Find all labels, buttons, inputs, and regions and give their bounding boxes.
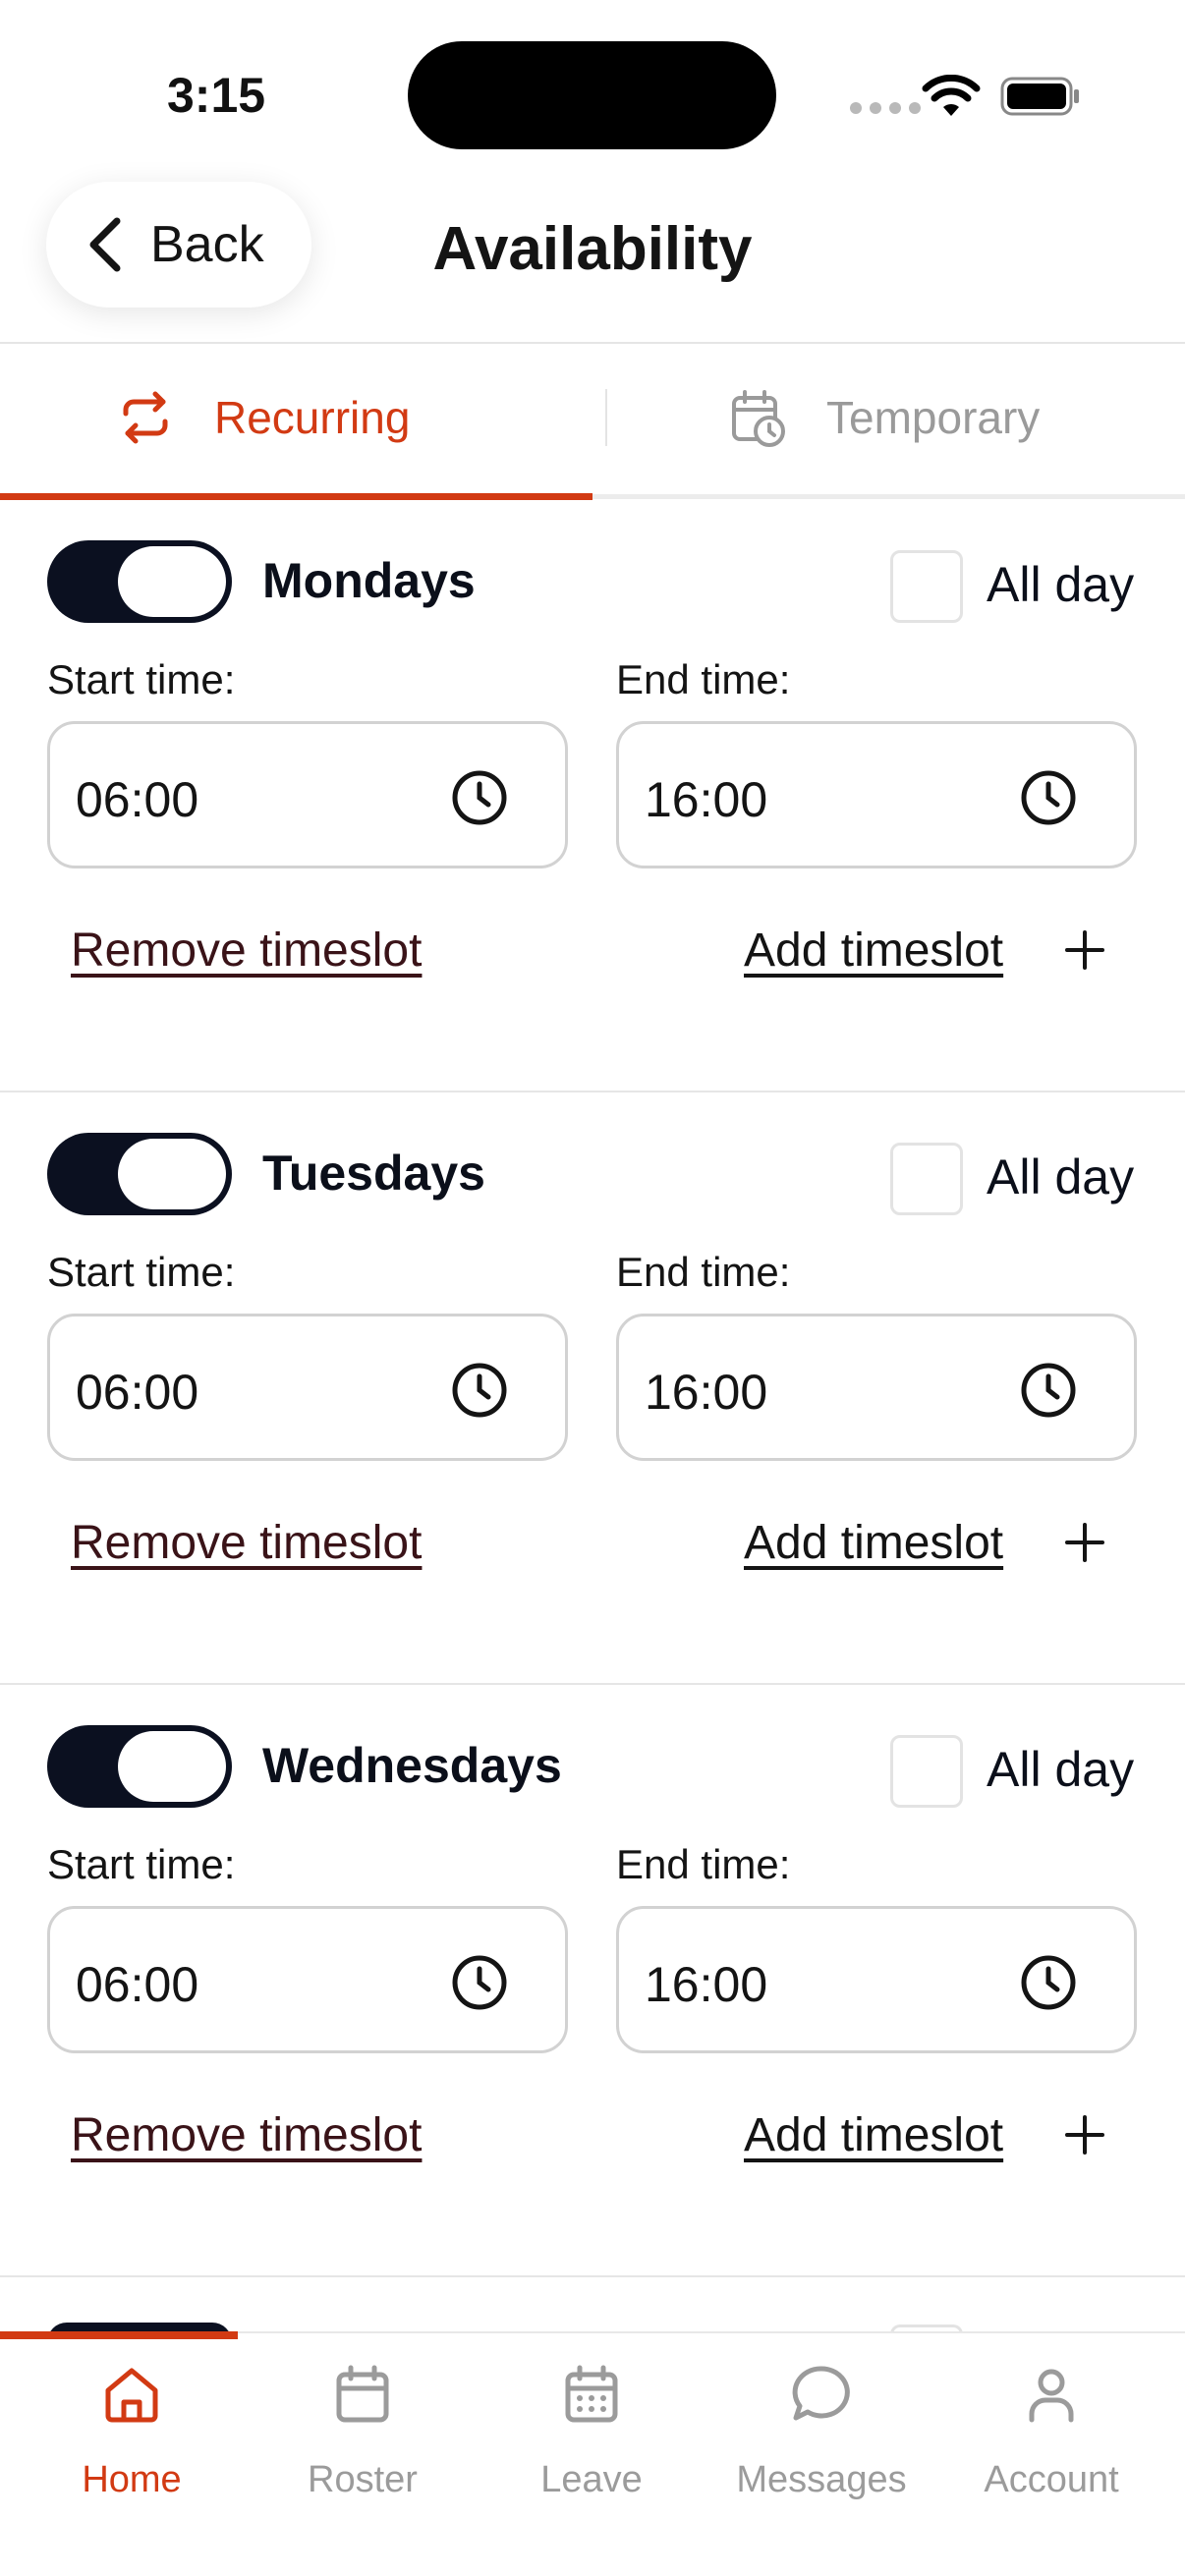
plus-icon[interactable] [1064, 2114, 1105, 2156]
day-name: Mondays [262, 553, 476, 608]
tab-track [592, 494, 1185, 499]
status-bar: 3:15 [0, 0, 1185, 187]
day-card-wednesday: Wednesdays All day Start time: End time:… [0, 1686, 1185, 2277]
nav-account[interactable]: Account [935, 2363, 1167, 2540]
all-day-label: All day [987, 557, 1135, 612]
day-name: Tuesdays [262, 1146, 485, 1201]
all-day-checkbox[interactable] [890, 550, 963, 623]
nav-leave[interactable]: Leave [476, 2363, 707, 2540]
plus-icon[interactable] [1064, 929, 1105, 971]
calendar-clock-icon [732, 390, 785, 447]
all-day-label: All day [987, 1149, 1135, 1204]
nav-home-label: Home [82, 2459, 182, 2500]
repeat-icon [123, 391, 168, 444]
wifi-icon [922, 75, 981, 116]
day-card-tuesday: Tuesdays All day Start time: End time: 0… [0, 1093, 1185, 1685]
all-day-label: All day [987, 1742, 1135, 1797]
clock-icon [1021, 770, 1076, 825]
clock-icon [452, 1955, 507, 2010]
day-name: Wednesdays [262, 1738, 562, 1793]
clock-icon [1021, 1363, 1076, 1418]
clock-icon [452, 770, 507, 825]
nav-roster-label: Roster [308, 2459, 418, 2500]
remove-timeslot-link[interactable]: Remove timeslot [71, 1516, 422, 1570]
person-icon [1029, 2369, 1074, 2423]
nav-account-label: Account [984, 2459, 1119, 2500]
tab-temporary[interactable]: Temporary [592, 344, 1185, 491]
page-title: Availability [432, 215, 753, 283]
end-time-label: End time: [616, 656, 791, 702]
add-timeslot-link[interactable]: Add timeslot [744, 924, 1003, 978]
start-time-value: 06:00 [76, 1365, 199, 1420]
nav-leave-label: Leave [540, 2459, 643, 2500]
start-time-label: Start time: [47, 1841, 236, 1887]
end-time-input[interactable]: 16:00 [616, 1906, 1137, 2053]
active-tab-indicator [0, 493, 592, 500]
start-time-label: Start time: [47, 656, 236, 702]
calendar-grid-icon [565, 2365, 618, 2423]
tab-recurring[interactable]: Recurring [0, 344, 592, 491]
nav-roster[interactable]: Roster [247, 2363, 479, 2540]
clock-icon [452, 1363, 507, 1418]
end-time-label: End time: [616, 1249, 791, 1295]
start-time-value: 06:00 [76, 1957, 199, 2012]
remove-timeslot-link[interactable]: Remove timeslot [71, 924, 422, 978]
end-time-value: 16:00 [645, 772, 768, 827]
remove-timeslot-link[interactable]: Remove timeslot [71, 2108, 422, 2162]
end-time-value: 16:00 [645, 1957, 768, 2012]
nav-home[interactable]: Home [16, 2363, 248, 2540]
status-time: 3:15 [167, 68, 266, 123]
tab-temporary-label: Temporary [826, 392, 1041, 443]
all-day-checkbox[interactable] [890, 1143, 963, 1215]
header: Back Availability [0, 177, 1185, 344]
end-time-input[interactable]: 16:00 [616, 1314, 1137, 1461]
battery-icon [1000, 77, 1079, 116]
nav-messages[interactable]: Messages [705, 2363, 937, 2540]
active-nav-indicator [0, 2331, 238, 2339]
all-day-checkbox[interactable] [890, 1735, 963, 1808]
nav-messages-label: Messages [736, 2459, 907, 2500]
start-time-input[interactable]: 06:00 [47, 721, 568, 868]
plus-icon[interactable] [1064, 1522, 1105, 1563]
add-timeslot-link[interactable]: Add timeslot [744, 2108, 1003, 2162]
bottom-nav: Home Roster Leave Messages Account [0, 2331, 1185, 2576]
day-card-monday: Mondays All day Start time: End time: 06… [0, 501, 1185, 1092]
home-icon [105, 2368, 158, 2423]
start-time-label: Start time: [47, 1249, 236, 1295]
start-time-value: 06:00 [76, 772, 199, 827]
end-time-label: End time: [616, 1841, 791, 1887]
tab-bar: Recurring Temporary [0, 344, 1185, 501]
clock-icon [1021, 1955, 1076, 2010]
day-toggle[interactable] [47, 540, 232, 623]
chat-bubble-icon [792, 2366, 850, 2421]
cellular-signal-icon [850, 102, 921, 114]
day-toggle[interactable] [47, 1725, 232, 1808]
calendar-icon [336, 2365, 389, 2423]
start-time-input[interactable]: 06:00 [47, 1314, 568, 1461]
dynamic-island [408, 41, 776, 149]
day-toggle[interactable] [47, 1133, 232, 1215]
add-timeslot-link[interactable]: Add timeslot [744, 1516, 1003, 1570]
start-time-input[interactable]: 06:00 [47, 1906, 568, 2053]
end-time-value: 16:00 [645, 1365, 768, 1420]
tab-recurring-label: Recurring [214, 392, 411, 443]
end-time-input[interactable]: 16:00 [616, 721, 1137, 868]
